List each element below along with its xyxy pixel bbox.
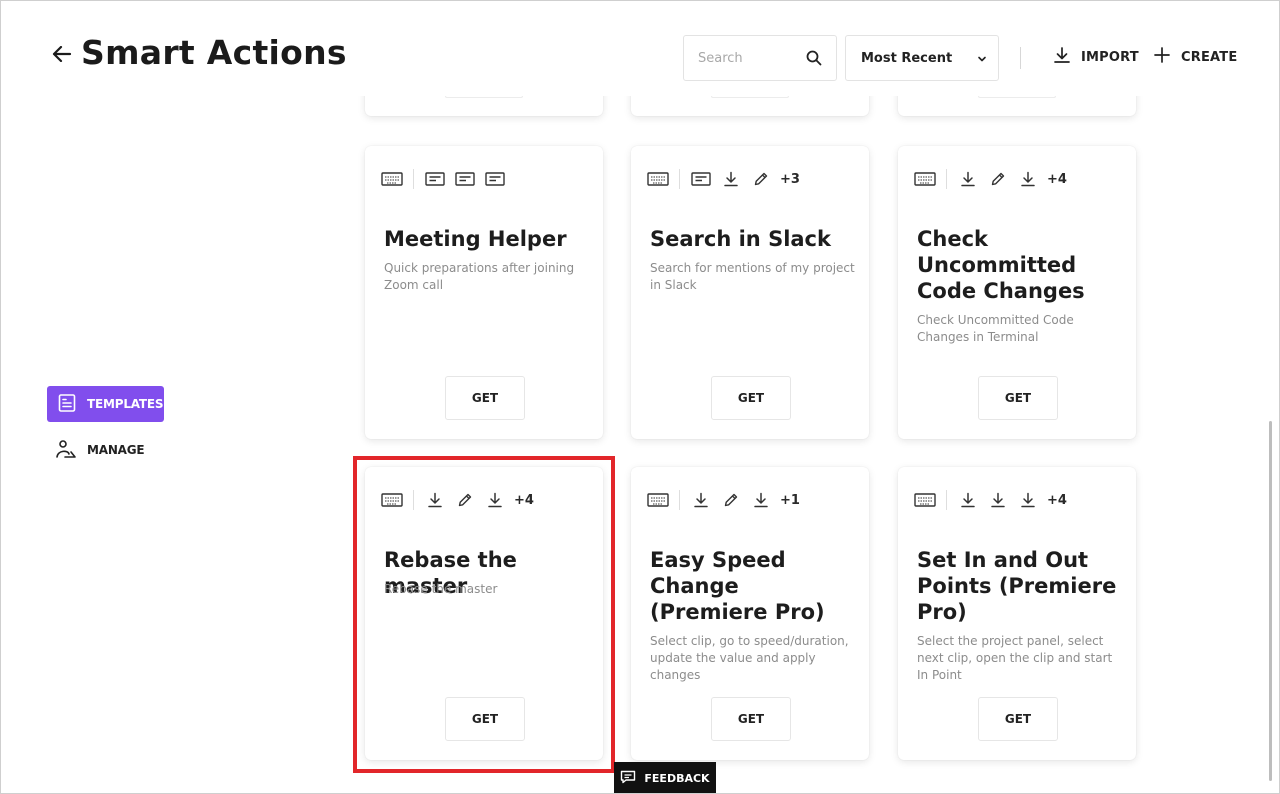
template-card-partial bbox=[898, 96, 1136, 116]
plus-icon bbox=[1153, 46, 1171, 68]
template-card-check-uncommitted-code-changes[interactable]: +4 Check Uncommitted Code Changes Check … bbox=[898, 146, 1136, 439]
feedback-label: FEEDBACK bbox=[644, 772, 710, 785]
card-description: Quick preparations after joining Zoom ca… bbox=[384, 261, 575, 292]
more-actions-count: +4 bbox=[1047, 171, 1067, 187]
get-button[interactable]: GET bbox=[711, 697, 791, 741]
download-icon bbox=[1017, 170, 1039, 188]
import-label: IMPORT bbox=[1081, 49, 1139, 65]
keyboard-icon bbox=[381, 170, 403, 188]
header: Smart Actions Most Recent IMPORT CREAT bbox=[1, 1, 1279, 96]
app-window: ✕ Smart Actions Most Recent IMPORT bbox=[0, 0, 1280, 794]
action-icons: +4 bbox=[914, 169, 1067, 189]
action-icons: +4 bbox=[914, 490, 1067, 510]
card-description: Check Uncommitted Code Changes in Termin… bbox=[917, 313, 1074, 344]
feedback-icon bbox=[620, 770, 636, 787]
action-icons: +1 bbox=[647, 490, 800, 510]
pencil-icon bbox=[720, 491, 742, 509]
download-icon bbox=[484, 491, 506, 509]
template-card-rebase-the-master[interactable]: +4 Rebase the master Rebase the master G… bbox=[365, 467, 603, 760]
card-title: Easy Speed Change (Premiere Pro) bbox=[650, 548, 825, 624]
get-button[interactable]: GET bbox=[711, 376, 791, 420]
more-actions-count: +1 bbox=[780, 492, 800, 508]
template-card-easy-speed-change[interactable]: +1 Easy Speed Change (Premiere Pro) Sele… bbox=[631, 467, 869, 760]
card-title: Check Uncommitted Code Changes bbox=[917, 227, 1085, 303]
header-divider bbox=[1020, 47, 1021, 69]
download-icon bbox=[750, 491, 772, 509]
sidebar-item-label: MANAGE bbox=[87, 443, 145, 457]
pencil-icon bbox=[987, 170, 1009, 188]
template-card-partial bbox=[365, 96, 603, 116]
sidebar-item-templates[interactable]: TEMPLATES bbox=[47, 386, 164, 422]
text-icon bbox=[484, 170, 506, 188]
keyboard-icon bbox=[647, 170, 669, 188]
download-icon bbox=[1017, 491, 1039, 509]
template-card-search-in-slack[interactable]: +3 Search in Slack Search for mentions o… bbox=[631, 146, 869, 439]
pencil-icon bbox=[750, 170, 772, 188]
icon-separator bbox=[946, 490, 947, 510]
import-button[interactable]: IMPORT bbox=[1053, 45, 1139, 69]
search-input[interactable] bbox=[698, 50, 798, 66]
keyboard-icon bbox=[914, 170, 936, 188]
download-icon bbox=[957, 170, 979, 188]
more-actions-count: +3 bbox=[780, 171, 800, 187]
action-icons bbox=[381, 169, 514, 189]
text-icon bbox=[690, 170, 712, 188]
text-icon bbox=[454, 170, 476, 188]
card-description: Rebase the master bbox=[384, 582, 498, 596]
keyboard-icon bbox=[914, 491, 936, 509]
sidebar-item-label: TEMPLATES bbox=[87, 397, 164, 411]
search-box[interactable] bbox=[683, 35, 837, 81]
card-title: Search in Slack bbox=[650, 227, 831, 251]
sidebar-item-manage[interactable]: MANAGE bbox=[47, 432, 164, 468]
scrollbar[interactable] bbox=[1269, 421, 1272, 781]
icon-separator bbox=[413, 490, 414, 510]
action-icons: +3 bbox=[647, 169, 800, 189]
icon-separator bbox=[413, 169, 414, 189]
search-icon[interactable] bbox=[806, 50, 822, 66]
keyboard-icon bbox=[381, 491, 403, 509]
feedback-button[interactable]: FEEDBACK bbox=[614, 762, 716, 793]
template-icon bbox=[57, 393, 77, 416]
more-actions-count: +4 bbox=[514, 492, 534, 508]
template-card-partial bbox=[631, 96, 869, 116]
download-icon bbox=[424, 491, 446, 509]
icon-separator bbox=[679, 490, 680, 510]
sort-dropdown[interactable]: Most Recent bbox=[845, 35, 999, 81]
download-icon bbox=[957, 491, 979, 509]
card-description: Select the project panel, select next cl… bbox=[917, 634, 1113, 682]
get-button[interactable]: GET bbox=[978, 697, 1058, 741]
get-button[interactable]: GET bbox=[978, 376, 1058, 420]
card-title: Set In and Out Points (Premiere Pro) bbox=[917, 548, 1117, 624]
get-button-partial[interactable] bbox=[445, 96, 523, 98]
back-arrow-icon[interactable] bbox=[51, 41, 73, 67]
import-icon bbox=[1053, 46, 1071, 68]
pencil-icon bbox=[454, 491, 476, 509]
download-icon bbox=[720, 170, 742, 188]
get-button[interactable]: GET bbox=[445, 376, 525, 420]
chevron-down-icon bbox=[976, 53, 988, 65]
get-button[interactable]: GET bbox=[445, 697, 525, 741]
download-icon bbox=[690, 491, 712, 509]
sort-selected-value: Most Recent bbox=[861, 50, 953, 66]
card-description: Search for mentions of my project in Sla… bbox=[650, 261, 855, 292]
get-button-partial[interactable] bbox=[711, 96, 789, 98]
page-title: Smart Actions bbox=[81, 33, 347, 72]
template-card-meeting-helper[interactable]: Meeting Helper Quick preparations after … bbox=[365, 146, 603, 439]
manage-icon bbox=[55, 439, 77, 462]
more-actions-count: +4 bbox=[1047, 492, 1067, 508]
card-title: Meeting Helper bbox=[384, 227, 567, 251]
keyboard-icon bbox=[647, 491, 669, 509]
card-description: Select clip, go to speed/duration, updat… bbox=[650, 634, 849, 682]
download-icon bbox=[987, 491, 1009, 509]
text-icon bbox=[424, 170, 446, 188]
create-button[interactable]: CREATE bbox=[1153, 45, 1237, 69]
icon-separator bbox=[946, 169, 947, 189]
templates-grid: Meeting Helper Quick preparations after … bbox=[356, 96, 1156, 793]
template-card-set-in-and-out-points[interactable]: +4 Set In and Out Points (Premiere Pro) … bbox=[898, 467, 1136, 760]
icon-separator bbox=[679, 169, 680, 189]
action-icons: +4 bbox=[381, 490, 534, 510]
create-label: CREATE bbox=[1181, 49, 1238, 65]
get-button-partial[interactable] bbox=[978, 96, 1056, 98]
